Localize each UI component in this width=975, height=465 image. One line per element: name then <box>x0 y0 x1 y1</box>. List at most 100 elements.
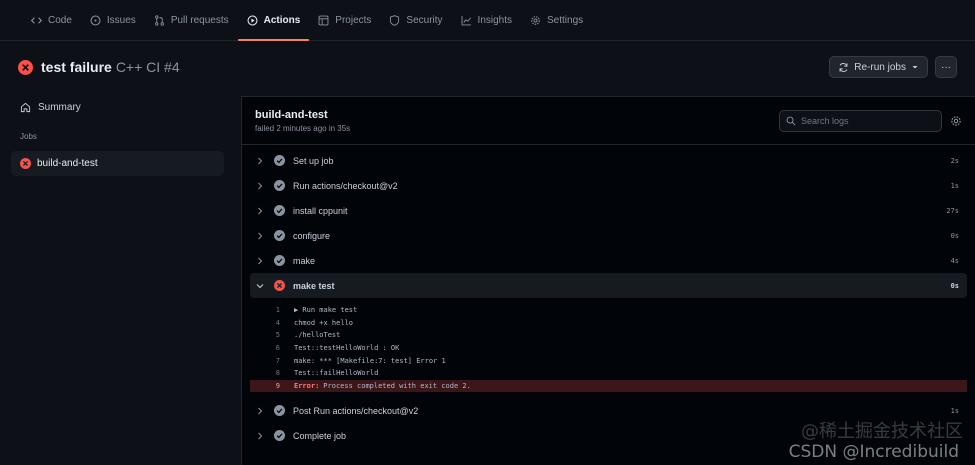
job-status-text: failed 2 minutes ago in 35s <box>255 123 351 133</box>
log-line-number[interactable]: 7 <box>250 357 280 365</box>
step-duration: 2s <box>950 156 959 165</box>
tab-insights[interactable]: Insights <box>452 0 521 40</box>
chevron-down-icon <box>256 283 264 288</box>
log-line-error: 9 Error: Process completed with exit cod… <box>250 379 967 393</box>
check-circle-fill-icon <box>274 255 285 266</box>
run-sidebar: Summary Jobs build-and-test <box>0 94 237 465</box>
tab-security[interactable]: Security <box>380 0 451 40</box>
tab-code[interactable]: Code <box>22 0 81 40</box>
x-circle-fill-icon <box>274 280 285 291</box>
kebab-icon: ··· <box>941 61 951 73</box>
step-duration: 1s <box>950 406 959 415</box>
tab-label: Code <box>48 14 72 26</box>
step-configure[interactable]: configure 0s <box>250 223 967 248</box>
x-circle-fill-icon <box>20 158 31 169</box>
chevron-right-icon <box>258 157 263 164</box>
chevron-right-icon <box>258 407 263 415</box>
step-run-checkout[interactable]: Run actions/checkout@v2 1s <box>250 173 967 198</box>
tab-settings[interactable]: Settings <box>521 0 592 40</box>
rerun-jobs-button[interactable]: Re-run jobs <box>829 56 928 78</box>
job-log-panel: build-and-test failed 2 minutes ago in 3… <box>241 96 975 465</box>
step-name: Set up job <box>293 155 334 166</box>
step-name: configure <box>293 230 331 241</box>
check-circle-fill-icon <box>274 430 285 442</box>
play-icon <box>247 15 258 25</box>
tab-label: Projects <box>335 14 372 26</box>
sidebar-item-summary[interactable]: Summary <box>12 94 225 120</box>
watermark-juejin: @稀土掘金技术社区 <box>801 421 963 442</box>
tab-pull-requests[interactable]: Pull requests <box>145 0 238 40</box>
step-duration: 0s <box>950 281 959 290</box>
tab-projects[interactable]: Projects <box>309 0 380 40</box>
step-duration: 1s <box>950 181 959 190</box>
home-icon <box>20 102 31 112</box>
log-line-number[interactable]: 5 <box>250 331 280 339</box>
chevron-right-icon <box>258 257 263 264</box>
issue-icon <box>90 15 101 25</box>
job-header: build-and-test failed 2 minutes ago in 3… <box>242 97 975 145</box>
search-icon <box>786 116 796 125</box>
step-name: Post Run actions/checkout@v2 <box>293 405 419 416</box>
chevron-right-icon <box>258 232 263 239</box>
log-line-text: Test::testHelloWorld : OK <box>294 344 400 353</box>
log-line-text: chmod +x hello <box>294 318 354 327</box>
log-line-number[interactable]: 4 <box>250 319 280 327</box>
sidebar-item-build-and-test[interactable]: build-and-test <box>11 151 224 176</box>
sync-icon <box>839 62 848 72</box>
log-line-text: Process completed with exit code 2. <box>323 381 471 390</box>
tab-label: Insights <box>477 14 513 26</box>
rerun-jobs-label: Re-run jobs <box>854 61 906 73</box>
chevron-right-icon <box>258 207 263 214</box>
step-name: Run actions/checkout@v2 <box>293 180 398 191</box>
tab-label: Pull requests <box>170 14 229 26</box>
log-line[interactable]: 1 ▶ Run make test <box>250 304 967 317</box>
watermark-csdn: CSDN @Incredibuild <box>788 442 959 462</box>
tab-issues[interactable]: Issues <box>81 0 145 40</box>
x-circle-fill-icon <box>18 59 33 75</box>
check-circle-fill-icon <box>274 205 285 216</box>
code-icon <box>31 16 42 24</box>
run-workflow-label: C++ CI #4 <box>115 59 180 75</box>
log-line-number[interactable]: 9 <box>250 382 280 390</box>
more-options-button[interactable]: ··· <box>935 56 957 78</box>
graph-icon <box>461 15 471 25</box>
gear-icon <box>531 15 540 25</box>
run-title: test failure <box>41 59 112 75</box>
step-set-up-job[interactable]: Set up job 2s <box>250 148 967 173</box>
step-name: make <box>293 255 316 266</box>
step-make[interactable]: make 4s <box>250 248 967 273</box>
log-line-text: make: *** [Makefile:7: test] Error 1 <box>294 356 446 365</box>
shield-icon <box>390 14 400 26</box>
step-duration: 0s <box>950 231 959 240</box>
step-duration: 4s <box>950 256 959 265</box>
step-duration: 27s <box>946 206 959 215</box>
sidebar-item-label: build-and-test <box>37 158 98 169</box>
run-header: test failure C++ CI #4 Re-run jobs ··· <box>0 41 975 93</box>
tab-label: Issues <box>106 14 136 26</box>
step-name: install cppunit <box>293 205 348 216</box>
error-label: Error: <box>294 381 320 390</box>
chevron-right-icon <box>258 182 263 189</box>
caret-down-icon <box>912 66 918 69</box>
tab-label: Security <box>406 14 443 26</box>
tab-actions[interactable]: Actions <box>237 0 310 41</box>
step-install-cppunit[interactable]: install cppunit 27s <box>250 198 967 223</box>
gear-icon[interactable] <box>950 115 962 127</box>
step-name: make test <box>293 280 335 291</box>
step-make-test[interactable]: make test 0s <box>250 273 967 298</box>
table-icon <box>318 15 329 25</box>
log-line-number[interactable]: 1 <box>250 306 280 314</box>
log-line: 7 make: *** [Makefile:7: test] Error 1 <box>250 354 967 367</box>
log-line-number[interactable]: 6 <box>250 344 280 352</box>
jobs-section-label: Jobs <box>20 132 37 141</box>
search-logs-input[interactable] <box>801 115 931 126</box>
log-line: 5 ./helloTest <box>250 329 967 342</box>
log-line: 6 Test::testHelloWorld : OK <box>250 342 967 355</box>
log-line-number[interactable]: 8 <box>250 369 280 377</box>
tab-label: Settings <box>547 14 584 26</box>
search-logs-box[interactable] <box>779 109 942 132</box>
log-line-text: ▶ Run make test <box>294 306 358 315</box>
step-name: Complete job <box>293 430 347 441</box>
chevron-right-icon <box>258 432 263 440</box>
log-line-text: ./helloTest <box>294 331 341 340</box>
